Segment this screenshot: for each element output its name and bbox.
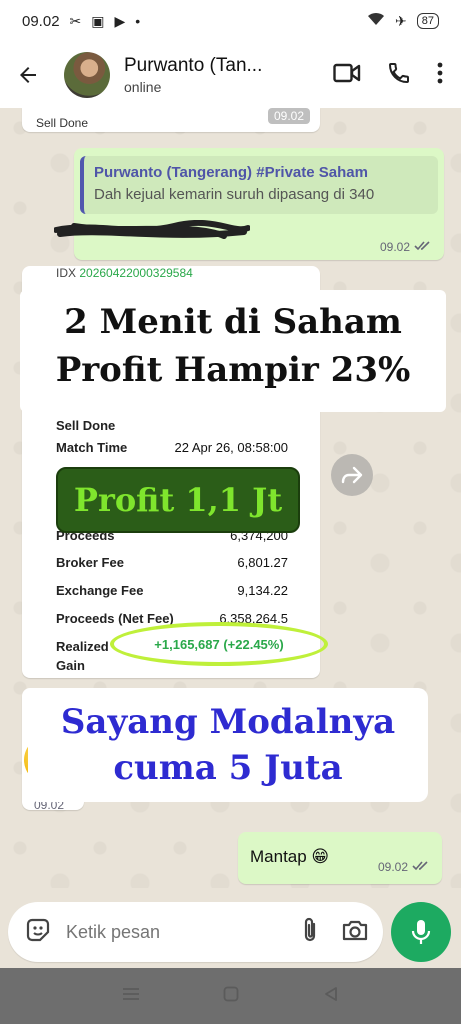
row-realized: Realized [56, 639, 116, 654]
back-button[interactable] [0, 42, 56, 108]
row-label: Match Time [56, 440, 128, 455]
screenshot-header: IDX 20260422000329584 [56, 266, 193, 280]
row-label: Proceeds (Net Fee) [56, 611, 174, 626]
youtube-icon: ▶ [114, 12, 126, 29]
quoted-message[interactable]: Purwanto (Tangerang) #Private Saham Dah … [80, 156, 438, 214]
contact-status: online [124, 79, 162, 95]
wifi-icon [367, 12, 385, 30]
home-square-icon [224, 986, 239, 1001]
row-label: Exchange Fee [56, 583, 144, 598]
previous-image-message[interactable]: Sell Done 09.02 [22, 108, 320, 132]
profit-highlight: Profit 1,1 Jt [56, 467, 300, 533]
missed-call-icon: ✂ [69, 12, 82, 29]
message-time: 09.02 [267, 108, 310, 124]
video-call-button[interactable] [333, 62, 361, 89]
row-broker-fee: Broker Fee 6,801.27 [56, 555, 288, 570]
voice-message-button[interactable] [391, 902, 451, 962]
battery-indicator: 87 [416, 13, 439, 29]
banner-line-2: cuma 5 Juta [113, 748, 343, 788]
system-nav-bar [0, 968, 461, 1024]
idx-label: IDX [56, 266, 77, 280]
status-bar: 09.02 ✂ ▣ ▶ • ✈ 87 [0, 0, 461, 42]
row-match-time: Match Time 22 Apr 26, 08:58:00 [56, 440, 288, 455]
contact-info[interactable]: Purwanto (Tan... online [124, 55, 262, 95]
phone-icon [388, 62, 409, 83]
redaction-scribble [54, 220, 250, 239]
row-value: 22 Apr 26, 08:58:00 [174, 440, 288, 455]
row-label: Gain [56, 658, 85, 673]
notification-icon: ▣ [91, 12, 105, 29]
row-label: Sell Done [56, 418, 116, 433]
headline-line-1: 2 Menit di Saham [64, 302, 402, 342]
double-check-icon [412, 860, 430, 874]
back-arrow-icon [20, 67, 36, 83]
menu-lines-icon [122, 987, 139, 1000]
order-id: 20260422000329584 [79, 266, 193, 280]
back-triangle-icon [325, 986, 338, 1001]
attach-button[interactable] [301, 916, 319, 949]
message-text: Mantap 😁 [250, 847, 330, 866]
recents-button[interactable] [122, 987, 140, 1006]
paperclip-icon [304, 917, 316, 941]
microphone-icon [411, 920, 431, 944]
row-exchange-fee: Exchange Fee 9,134.22 [56, 583, 288, 598]
row-value: 6,801.27 [237, 555, 288, 570]
headline-banner: 2 Menit di Saham Profit Hampir 23% [20, 290, 446, 412]
camera-icon [342, 920, 368, 940]
avatar[interactable] [64, 52, 110, 98]
airplane-icon: ✈ [395, 12, 407, 29]
message-input-box[interactable] [8, 902, 383, 962]
status-time: 09.02 [22, 12, 60, 30]
more-notifications-icon: • [135, 13, 141, 29]
partial-text: Sell Done [36, 116, 89, 130]
video-camera-icon [333, 63, 361, 82]
banner-line-1: Sayang Modalnya [60, 702, 396, 742]
row-value: 9,134.22 [237, 583, 288, 598]
reply-message[interactable]: Purwanto (Tangerang) #Private Saham Dah … [74, 148, 444, 260]
row-label: Broker Fee [56, 555, 124, 570]
row-label: Realized [56, 639, 109, 654]
more-options-button[interactable] [437, 62, 443, 89]
chat-header: Purwanto (Tan... online [0, 42, 461, 108]
row-gain: Gain [56, 658, 116, 673]
row-sell-done: Sell Done [56, 418, 288, 433]
quote-author: Purwanto (Tangerang) #Private Saham [94, 164, 368, 181]
message-time: 09.02 [379, 240, 410, 254]
realized-gain-highlight: +1,165,687 (+22.45%) [110, 622, 328, 666]
modal-banner: Sayang Modalnya cuma 5 Juta [28, 688, 428, 802]
realized-gain-value: +1,165,687 (+22.45%) [154, 636, 284, 652]
forward-button[interactable] [331, 454, 373, 496]
double-check-icon [414, 240, 432, 254]
quote-text: Dah kejual kemarin suruh dipasang di 340 [94, 186, 375, 203]
mantap-message[interactable]: Mantap 😁 09.02 [238, 832, 442, 884]
contact-name: Purwanto (Tan... [124, 55, 263, 76]
forward-icon [341, 466, 363, 484]
headline-line-2: Profit Hampir 23% [55, 350, 411, 390]
home-button[interactable] [223, 986, 239, 1007]
chat-area[interactable]: Sell Done 09.02 Purwanto (Tangerang) #Pr… [0, 108, 461, 888]
back-nav-button[interactable] [323, 986, 339, 1007]
kebab-menu-icon [437, 62, 443, 83]
sticker-icon [26, 918, 50, 941]
camera-button[interactable] [341, 918, 369, 947]
message-time: 09.02 [377, 860, 408, 874]
composer [0, 898, 461, 968]
voice-call-button[interactable] [387, 61, 411, 90]
message-input[interactable] [66, 921, 266, 943]
sticker-button[interactable] [24, 916, 52, 949]
